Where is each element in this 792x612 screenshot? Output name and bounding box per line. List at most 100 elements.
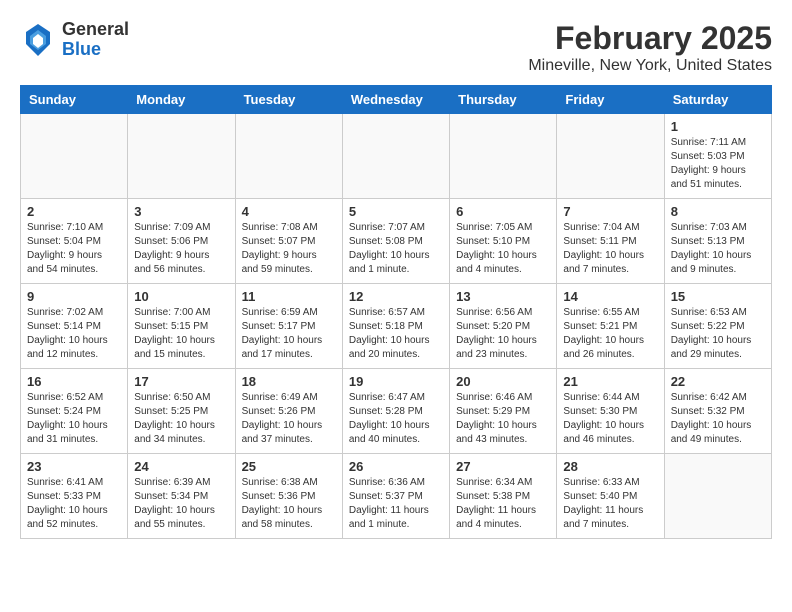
calendar-cell: 25 Sunrise: 6:38 AM Sunset: 5:36 PM Dayli… bbox=[235, 454, 342, 539]
day-number: 22 bbox=[671, 374, 765, 389]
calendar-cell: 14 Sunrise: 6:55 AM Sunset: 5:21 PM Dayli… bbox=[557, 284, 664, 369]
day-info: Sunrise: 6:59 AM Sunset: 5:17 PM Dayligh… bbox=[242, 306, 336, 362]
calendar-cell: 24 Sunrise: 6:39 AM Sunset: 5:34 PM Dayli… bbox=[128, 454, 235, 539]
logo: General Blue bbox=[20, 20, 129, 60]
calendar-cell: 8 Sunrise: 7:03 AM Sunset: 5:13 PM Daylig… bbox=[664, 199, 771, 284]
day-info: Sunrise: 7:05 AM Sunset: 5:10 PM Dayligh… bbox=[456, 221, 550, 277]
calendar-cell bbox=[450, 114, 557, 199]
calendar-cell: 26 Sunrise: 6:36 AM Sunset: 5:37 PM Dayli… bbox=[342, 454, 449, 539]
day-number: 2 bbox=[27, 204, 121, 219]
calendar-cell: 23 Sunrise: 6:41 AM Sunset: 5:33 PM Dayli… bbox=[21, 454, 128, 539]
day-number: 15 bbox=[671, 289, 765, 304]
weekday-header-sunday: Sunday bbox=[21, 86, 128, 114]
calendar-cell: 3 Sunrise: 7:09 AM Sunset: 5:06 PM Daylig… bbox=[128, 199, 235, 284]
page-subtitle: Mineville, New York, United States bbox=[528, 57, 772, 75]
logo-blue: Blue bbox=[62, 39, 101, 59]
day-info: Sunrise: 6:34 AM Sunset: 5:38 PM Dayligh… bbox=[456, 476, 550, 532]
logo-icon bbox=[20, 22, 56, 58]
day-info: Sunrise: 7:04 AM Sunset: 5:11 PM Dayligh… bbox=[563, 221, 657, 277]
day-number: 25 bbox=[242, 459, 336, 474]
day-info: Sunrise: 6:55 AM Sunset: 5:21 PM Dayligh… bbox=[563, 306, 657, 362]
calendar-cell: 15 Sunrise: 6:53 AM Sunset: 5:22 PM Dayli… bbox=[664, 284, 771, 369]
calendar-cell bbox=[235, 114, 342, 199]
day-number: 9 bbox=[27, 289, 121, 304]
calendar-cell: 27 Sunrise: 6:34 AM Sunset: 5:38 PM Dayli… bbox=[450, 454, 557, 539]
calendar-cell bbox=[342, 114, 449, 199]
calendar-cell bbox=[557, 114, 664, 199]
day-number: 1 bbox=[671, 119, 765, 134]
day-info: Sunrise: 6:36 AM Sunset: 5:37 PM Dayligh… bbox=[349, 476, 443, 532]
day-number: 14 bbox=[563, 289, 657, 304]
day-info: Sunrise: 7:11 AM Sunset: 5:03 PM Dayligh… bbox=[671, 136, 765, 192]
calendar-table: SundayMondayTuesdayWednesdayThursdayFrid… bbox=[20, 85, 772, 539]
calendar-cell bbox=[128, 114, 235, 199]
day-number: 4 bbox=[242, 204, 336, 219]
day-number: 17 bbox=[134, 374, 228, 389]
day-number: 27 bbox=[456, 459, 550, 474]
day-number: 12 bbox=[349, 289, 443, 304]
calendar-cell: 7Sunrise: 7:04 AM Sunset: 5:11 PM Daylig… bbox=[557, 199, 664, 284]
day-number: 19 bbox=[349, 374, 443, 389]
day-number: 10 bbox=[134, 289, 228, 304]
weekday-header-wednesday: Wednesday bbox=[342, 86, 449, 114]
calendar-cell: 13 Sunrise: 6:56 AM Sunset: 5:20 PM Dayli… bbox=[450, 284, 557, 369]
day-info: Sunrise: 6:46 AM Sunset: 5:29 PM Dayligh… bbox=[456, 391, 550, 447]
calendar-cell: 4 Sunrise: 7:08 AM Sunset: 5:07 PM Daylig… bbox=[235, 199, 342, 284]
day-info: Sunrise: 6:50 AM Sunset: 5:25 PM Dayligh… bbox=[134, 391, 228, 447]
calendar-cell bbox=[664, 454, 771, 539]
day-info: Sunrise: 6:56 AM Sunset: 5:20 PM Dayligh… bbox=[456, 306, 550, 362]
weekday-header-monday: Monday bbox=[128, 86, 235, 114]
day-info: Sunrise: 6:41 AM Sunset: 5:33 PM Dayligh… bbox=[27, 476, 121, 532]
day-number: 24 bbox=[134, 459, 228, 474]
calendar-cell: 22 Sunrise: 6:42 AM Sunset: 5:32 PM Dayli… bbox=[664, 369, 771, 454]
calendar-cell: 17 Sunrise: 6:50 AM Sunset: 5:25 PM Dayli… bbox=[128, 369, 235, 454]
logo-text: General Blue bbox=[62, 20, 129, 60]
day-info: Sunrise: 7:09 AM Sunset: 5:06 PM Dayligh… bbox=[134, 221, 228, 277]
day-number: 28 bbox=[563, 459, 657, 474]
logo-general: General bbox=[62, 19, 129, 39]
day-info: Sunrise: 6:33 AM Sunset: 5:40 PM Dayligh… bbox=[563, 476, 657, 532]
calendar-cell: 10 Sunrise: 7:00 AM Sunset: 5:15 PM Dayli… bbox=[128, 284, 235, 369]
calendar-cell: 11 Sunrise: 6:59 AM Sunset: 5:17 PM Dayli… bbox=[235, 284, 342, 369]
day-info: Sunrise: 6:39 AM Sunset: 5:34 PM Dayligh… bbox=[134, 476, 228, 532]
day-info: Sunrise: 6:57 AM Sunset: 5:18 PM Dayligh… bbox=[349, 306, 443, 362]
calendar-cell: 16 Sunrise: 6:52 AM Sunset: 5:24 PM Dayli… bbox=[21, 369, 128, 454]
day-info: Sunrise: 6:44 AM Sunset: 5:30 PM Dayligh… bbox=[563, 391, 657, 447]
day-info: Sunrise: 7:07 AM Sunset: 5:08 PM Dayligh… bbox=[349, 221, 443, 277]
day-number: 26 bbox=[349, 459, 443, 474]
day-info: Sunrise: 7:03 AM Sunset: 5:13 PM Dayligh… bbox=[671, 221, 765, 277]
day-number: 21 bbox=[563, 374, 657, 389]
day-number: 6 bbox=[456, 204, 550, 219]
day-number: 16 bbox=[27, 374, 121, 389]
weekday-header-friday: Friday bbox=[557, 86, 664, 114]
calendar-cell: 20Sunrise: 6:46 AM Sunset: 5:29 PM Dayli… bbox=[450, 369, 557, 454]
day-info: Sunrise: 6:42 AM Sunset: 5:32 PM Dayligh… bbox=[671, 391, 765, 447]
day-info: Sunrise: 7:02 AM Sunset: 5:14 PM Dayligh… bbox=[27, 306, 121, 362]
weekday-header-thursday: Thursday bbox=[450, 86, 557, 114]
day-number: 18 bbox=[242, 374, 336, 389]
day-info: Sunrise: 6:52 AM Sunset: 5:24 PM Dayligh… bbox=[27, 391, 121, 447]
day-number: 3 bbox=[134, 204, 228, 219]
day-number: 8 bbox=[671, 204, 765, 219]
day-number: 11 bbox=[242, 289, 336, 304]
day-number: 23 bbox=[27, 459, 121, 474]
day-info: Sunrise: 6:47 AM Sunset: 5:28 PM Dayligh… bbox=[349, 391, 443, 447]
day-number: 13 bbox=[456, 289, 550, 304]
day-info: Sunrise: 7:00 AM Sunset: 5:15 PM Dayligh… bbox=[134, 306, 228, 362]
day-info: Sunrise: 7:08 AM Sunset: 5:07 PM Dayligh… bbox=[242, 221, 336, 277]
title-block: February 2025 Mineville, New York, Unite… bbox=[528, 20, 772, 75]
calendar-cell: 28 Sunrise: 6:33 AM Sunset: 5:40 PM Dayli… bbox=[557, 454, 664, 539]
calendar-cell: 19 Sunrise: 6:47 AM Sunset: 5:28 PM Dayli… bbox=[342, 369, 449, 454]
day-info: Sunrise: 6:38 AM Sunset: 5:36 PM Dayligh… bbox=[242, 476, 336, 532]
calendar-cell: 9 Sunrise: 7:02 AM Sunset: 5:14 PM Daylig… bbox=[21, 284, 128, 369]
calendar-cell: 21 Sunrise: 6:44 AM Sunset: 5:30 PM Dayli… bbox=[557, 369, 664, 454]
calendar-cell: 18Sunrise: 6:49 AM Sunset: 5:26 PM Dayli… bbox=[235, 369, 342, 454]
day-number: 5 bbox=[349, 204, 443, 219]
page-header: General Blue February 2025 Mineville, Ne… bbox=[20, 20, 772, 75]
calendar-cell: 5 Sunrise: 7:07 AM Sunset: 5:08 PM Daylig… bbox=[342, 199, 449, 284]
weekday-header-saturday: Saturday bbox=[664, 86, 771, 114]
calendar-cell bbox=[21, 114, 128, 199]
calendar-cell: 2Sunrise: 7:10 AM Sunset: 5:04 PM Daylig… bbox=[21, 199, 128, 284]
calendar-cell: 6 Sunrise: 7:05 AM Sunset: 5:10 PM Daylig… bbox=[450, 199, 557, 284]
day-info: Sunrise: 6:53 AM Sunset: 5:22 PM Dayligh… bbox=[671, 306, 765, 362]
